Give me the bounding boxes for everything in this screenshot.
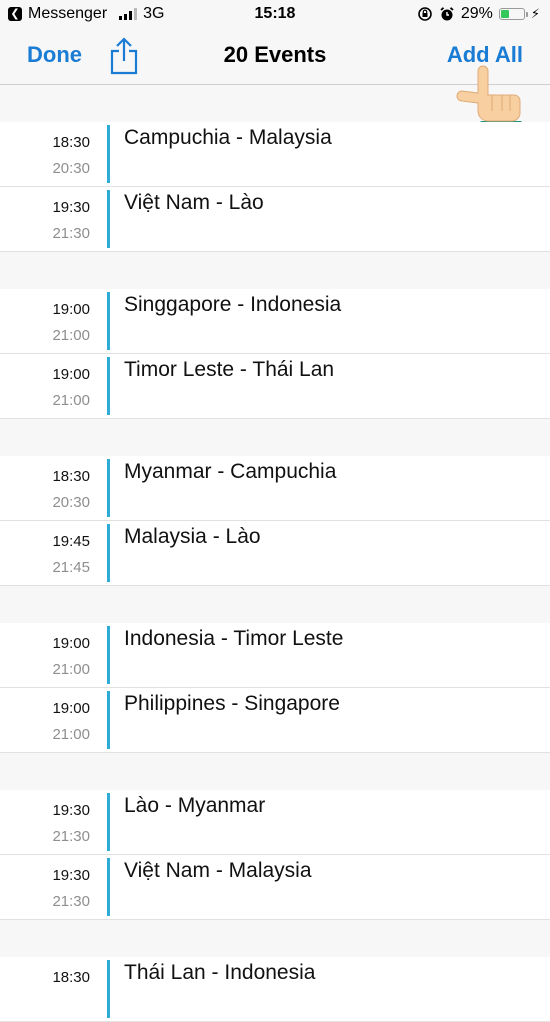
event-title: Thái Lan - Indonesia <box>124 961 316 984</box>
event-title: Myanmar - Campuchia <box>124 460 337 483</box>
event-end-time: 21:30 <box>52 828 90 845</box>
event-title: Timor Leste - Thái Lan <box>124 358 335 381</box>
event-end-time: 20:30 <box>52 160 90 177</box>
calendar-color-bar <box>107 125 110 183</box>
calendar-color-bar <box>107 691 110 749</box>
calendar-color-bar <box>107 793 110 851</box>
event-start-time: 19:30 <box>52 867 90 884</box>
event-row[interactable]: 18:30 20:30 Myanmar - Campuchia <box>0 456 550 521</box>
event-row[interactable]: 19:30 21:30 Việt Nam - Lào <box>0 187 550 252</box>
calendar-color-bar <box>107 292 110 350</box>
event-title: Việt Nam - Lào <box>124 191 264 214</box>
event-start-time: 19:45 <box>52 533 90 550</box>
event-end-time: 21:00 <box>52 726 90 743</box>
event-end-time: 21:30 <box>52 225 90 242</box>
event-row[interactable]: 19:30 21:30 Lào - Myanmar <box>0 790 550 855</box>
event-end-time: 21:30 <box>52 893 90 910</box>
status-right: 29% ⚡ <box>417 5 540 23</box>
event-title: Indonesia - Timor Leste <box>124 627 344 650</box>
event-row[interactable]: 18:30 20:30 Campuchia - Malaysia <box>0 122 550 187</box>
calendar-color-bar <box>107 357 110 415</box>
event-row[interactable]: 19:00 21:00 Timor Leste - Thái Lan <box>0 354 550 419</box>
event-group: 19:00 21:00 Singgapore - Indonesia 19:00 21:… <box>0 289 550 419</box>
calendar-color-bar <box>107 524 110 582</box>
event-end-time: 20:30 <box>52 494 90 511</box>
rotation-lock-icon <box>418 7 432 21</box>
event-title: Malaysia - Lào <box>124 525 261 548</box>
event-title: Philippines - Singapore <box>124 692 340 715</box>
status-bar: ❮ Messenger 3G 15:18 29% ⚡ <box>0 0 550 28</box>
event-end-time: 21:00 <box>52 661 90 678</box>
event-row[interactable]: 18:30 Thái Lan - Indonesia <box>0 957 550 1022</box>
battery-icon <box>498 8 528 20</box>
event-group: 19:00 21:00 Indonesia - Timor Leste 19:00 21… <box>0 623 550 753</box>
event-title: Singgapore - Indonesia <box>124 293 342 316</box>
alarm-icon <box>440 7 454 21</box>
event-row[interactable]: 19:45 21:45 Malaysia - Lào <box>0 521 550 586</box>
event-group: 18:30 20:30 Campuchia - Malaysia 19:30 21:30… <box>0 122 550 252</box>
calendar-color-bar <box>107 459 110 517</box>
event-row[interactable]: 19:00 21:00 Singgapore - Indonesia <box>0 289 550 354</box>
event-group: 18:30 20:30 Myanmar - Campuchia 19:45 21:45 M… <box>0 456 550 586</box>
calendar-color-bar <box>107 626 110 684</box>
calendar-color-bar <box>107 858 110 916</box>
event-title: Việt Nam - Malaysia <box>124 859 312 882</box>
event-start-time: 19:30 <box>52 199 90 216</box>
event-start-time: 19:00 <box>52 301 90 318</box>
event-start-time: 19:00 <box>52 366 90 383</box>
event-end-time: 21:00 <box>52 392 90 409</box>
event-start-time: 19:00 <box>52 700 90 717</box>
event-row[interactable]: 19:00 21:00 Philippines - Singapore <box>0 688 550 753</box>
event-title: Lào - Myanmar <box>124 794 266 817</box>
event-list: 18:30 20:30 Campuchia - Malaysia 19:30 21:30… <box>0 85 550 1022</box>
event-start-time: 19:30 <box>52 802 90 819</box>
event-start-time: 18:30 <box>52 134 90 151</box>
calendar-color-bar <box>107 960 110 1018</box>
event-title: Campuchia - Malaysia <box>124 126 332 149</box>
calendar-color-bar <box>107 190 110 248</box>
event-end-time: 21:00 <box>52 327 90 344</box>
event-end-time: 21:45 <box>52 559 90 576</box>
event-group: 18:30 Thái Lan - Indonesia <box>0 957 550 1022</box>
charging-icon: ⚡ <box>530 6 540 21</box>
battery-percent: 29% <box>460 5 493 22</box>
event-group: 19:30 21:30 Lào - Myanmar 19:30 21:30 Việt Na… <box>0 790 550 920</box>
event-start-time: 18:30 <box>52 468 90 485</box>
event-row[interactable]: 19:00 21:00 Indonesia - Timor Leste <box>0 623 550 688</box>
event-row[interactable]: 19:30 21:30 Việt Nam - Malaysia <box>0 855 550 920</box>
event-start-time: 19:00 <box>52 635 90 652</box>
